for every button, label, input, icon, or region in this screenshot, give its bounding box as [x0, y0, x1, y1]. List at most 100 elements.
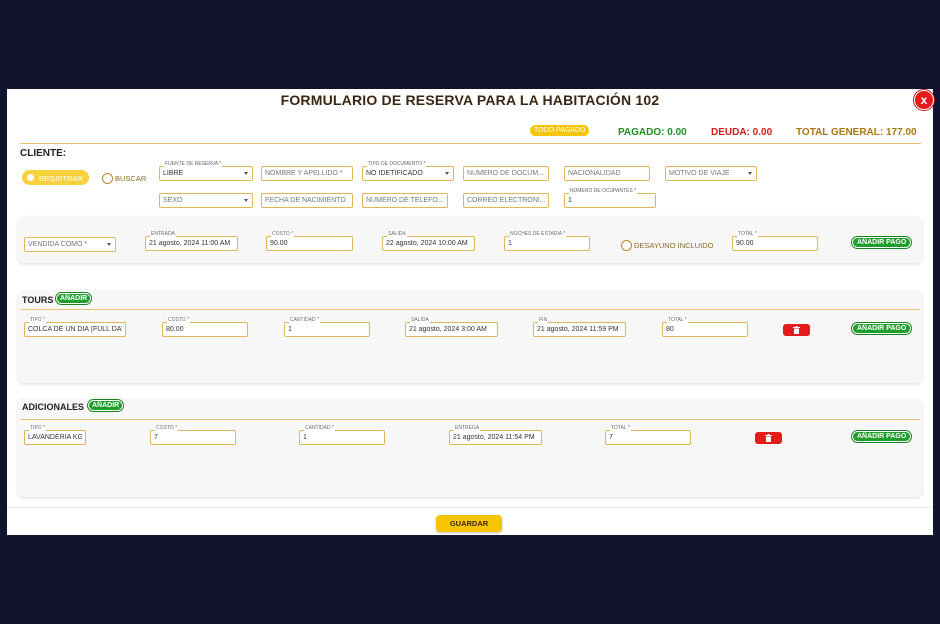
- extra-quantity-input[interactable]: CANTIDAD * 1: [299, 425, 385, 445]
- nationality-input[interactable]: NACIONALIDAD: [564, 166, 650, 181]
- tour-end-input[interactable]: FIN 21 agosto, 2024 11:59 PM: [533, 317, 626, 337]
- extras-add-button[interactable]: AÑADIR: [88, 400, 124, 411]
- paid-amount: PAGADO: 0.00: [618, 127, 687, 138]
- extras-title: ADICIONALES: [22, 402, 85, 412]
- save-button[interactable]: GUARDAR: [436, 515, 502, 532]
- breakfast-label: DESAYUNO INCLUIDO: [634, 241, 714, 250]
- nationality-placeholder: NACIONALIDAD: [568, 170, 621, 177]
- footer-divider: [7, 507, 933, 508]
- nights-input[interactable]: NOCHES DE ESTADIA * 1: [504, 231, 590, 251]
- sex-placeholder: SEXO: [163, 197, 183, 204]
- tour-departure-label: SALIDA: [410, 317, 430, 323]
- sex-select[interactable]: SEXO: [159, 193, 253, 208]
- nights-value: 1: [508, 240, 512, 247]
- chevron-down-icon: [748, 172, 752, 175]
- extra-delivery-input[interactable]: ENTREGA 21 agosto, 2024 11:54 PM: [449, 425, 542, 445]
- tour-departure-value: 21 agosto, 2024 3:00 AM: [409, 326, 487, 333]
- booking-source-label: FUENTE DE RESERVA *: [164, 161, 223, 167]
- stay-total-input[interactable]: TOTAL * 90.00: [732, 231, 818, 251]
- chevron-down-icon: [244, 172, 248, 175]
- full-name-input[interactable]: NOMBRE Y APELLIDO *: [261, 166, 353, 181]
- checkout-date-input[interactable]: SALIDA 22 agosto, 2024 10:00 AM: [382, 231, 475, 251]
- reservation-modal: FORMULARIO DE RESERVA PARA LA HABITACIÓN…: [7, 89, 934, 535]
- search-radio[interactable]: [102, 173, 113, 184]
- search-radio-label: BUSCAR: [115, 174, 147, 183]
- trash-icon: [765, 434, 772, 442]
- stay-total-value: 90.00: [736, 240, 754, 247]
- document-type-select[interactable]: TIPO DE DOCUMENTO * NO IDETIFICADO: [362, 161, 454, 181]
- email-input[interactable]: CORREO ELECTRÓNI...: [463, 193, 549, 208]
- chevron-down-icon: [107, 243, 111, 246]
- tour-add-payment-button[interactable]: AÑADIR PAGO: [852, 323, 912, 334]
- extra-quantity-value: 1: [303, 434, 307, 441]
- sold-as-select[interactable]: VENDIDA COMO *: [24, 237, 116, 252]
- extra-delete-button[interactable]: [755, 432, 782, 444]
- birth-date-input[interactable]: FECHA DE NACIMIENTO: [261, 193, 353, 208]
- modal-title: FORMULARIO DE RESERVA PARA LA HABITACIÓN…: [280, 92, 660, 108]
- tour-type-value: COLCA DE UN DIA (FULL DAY): [28, 326, 122, 333]
- trip-reason-select[interactable]: MOTIVO DE VIAJE: [665, 166, 757, 181]
- extra-type-input[interactable]: TIPO * LAVANDERIA KG.: [24, 425, 86, 445]
- tour-end-value: 21 agosto, 2024 11:59 PM: [537, 326, 619, 333]
- radio-selected-icon: [27, 174, 34, 181]
- extras-card: [18, 399, 922, 497]
- tour-total-input[interactable]: TOTAL * 80: [662, 317, 748, 337]
- extra-total-input[interactable]: TOTAL * 7: [605, 425, 691, 445]
- booking-source-value: LIBRE: [163, 170, 184, 177]
- tours-card: [18, 291, 922, 383]
- tour-quantity-input[interactable]: CANTIDAD * 1: [284, 317, 370, 337]
- tour-cost-value: 80.00: [166, 326, 184, 333]
- extra-delivery-label: ENTREGA: [454, 425, 481, 431]
- email-placeholder: CORREO ELECTRÓNI...: [467, 197, 545, 204]
- extra-cost-label: COSTO *: [155, 425, 179, 431]
- breakfast-radio[interactable]: [621, 240, 632, 251]
- tour-departure-input[interactable]: SALIDA 21 agosto, 2024 3:00 AM: [405, 317, 498, 337]
- chevron-down-icon: [244, 199, 248, 202]
- stay-add-payment-button[interactable]: AÑADIR PAGO: [852, 237, 912, 248]
- phone-input[interactable]: NÚMERO DE TELÉFO...: [362, 193, 448, 208]
- sold-as-placeholder: VENDIDA COMO *: [28, 241, 88, 248]
- extra-type-value: LAVANDERIA KG.: [28, 434, 82, 441]
- extra-type-label: TIPO *: [29, 425, 47, 431]
- room-cost-input[interactable]: COSTO * 90.00: [266, 231, 353, 251]
- extra-total-label: TOTAL *: [610, 425, 631, 431]
- close-icon[interactable]: x: [914, 90, 934, 110]
- client-label: CLIENTE:: [20, 148, 67, 159]
- booking-source-select[interactable]: FUENTE DE RESERVA * LIBRE: [159, 161, 253, 181]
- checkin-label: ENTRADA: [150, 231, 176, 237]
- occupants-input[interactable]: NÚMERO DE OCUPANTES * 1: [564, 188, 656, 208]
- extra-add-payment-button[interactable]: AÑADIR PAGO: [852, 431, 912, 442]
- debt-amount: DEUDA: 0.00: [711, 127, 773, 138]
- checkin-date-input[interactable]: ENTRADA 21 agosto, 2024 11:00 AM: [145, 231, 238, 251]
- room-cost-value: 90.00: [270, 240, 288, 247]
- tour-cost-input[interactable]: COSTO * 80.00: [162, 317, 248, 337]
- tours-add-button[interactable]: AÑADIR: [56, 293, 92, 304]
- tours-divider: [20, 309, 920, 310]
- checkin-value: 21 agosto, 2024 11:00 AM: [149, 240, 231, 247]
- extra-delivery-value: 21 agosto, 2024 11:54 PM: [453, 434, 535, 441]
- extra-quantity-label: CANTIDAD *: [304, 425, 335, 431]
- register-radio[interactable]: REGISTRAR: [22, 170, 89, 185]
- trip-reason-placeholder: MOTIVO DE VIAJE: [669, 170, 730, 177]
- extra-cost-input[interactable]: COSTO * 7: [150, 425, 236, 445]
- tour-total-value: 80: [666, 326, 674, 333]
- tour-cost-label: COSTO *: [167, 317, 191, 323]
- document-number-placeholder: NÚMERO DE DOCUM...: [467, 170, 544, 177]
- birth-date-placeholder: FECHA DE NACIMIENTO: [265, 197, 346, 204]
- occupants-value: 1: [568, 197, 572, 204]
- checkout-value: 22 agosto, 2024 10:00 AM: [386, 240, 468, 247]
- paid-status-badge: TODO PAGADO: [530, 125, 590, 136]
- extras-divider: [20, 419, 920, 420]
- tours-title: TOURS: [22, 295, 54, 305]
- tour-delete-button[interactable]: [783, 324, 810, 336]
- checkout-label: SALIDA: [387, 231, 407, 237]
- tour-type-input[interactable]: TIPO * COLCA DE UN DIA (FULL DAY): [24, 317, 126, 337]
- room-cost-label: COSTO *: [271, 231, 295, 237]
- tour-type-label: TIPO *: [29, 317, 47, 323]
- document-type-value: NO IDETIFICADO: [366, 170, 423, 177]
- tour-quantity-value: 1: [288, 326, 292, 333]
- full-name-placeholder: NOMBRE Y APELLIDO *: [265, 170, 343, 177]
- nights-label: NOCHES DE ESTADIA *: [509, 231, 567, 237]
- title-divider: [20, 143, 921, 144]
- document-number-input[interactable]: NÚMERO DE DOCUM...: [463, 166, 549, 181]
